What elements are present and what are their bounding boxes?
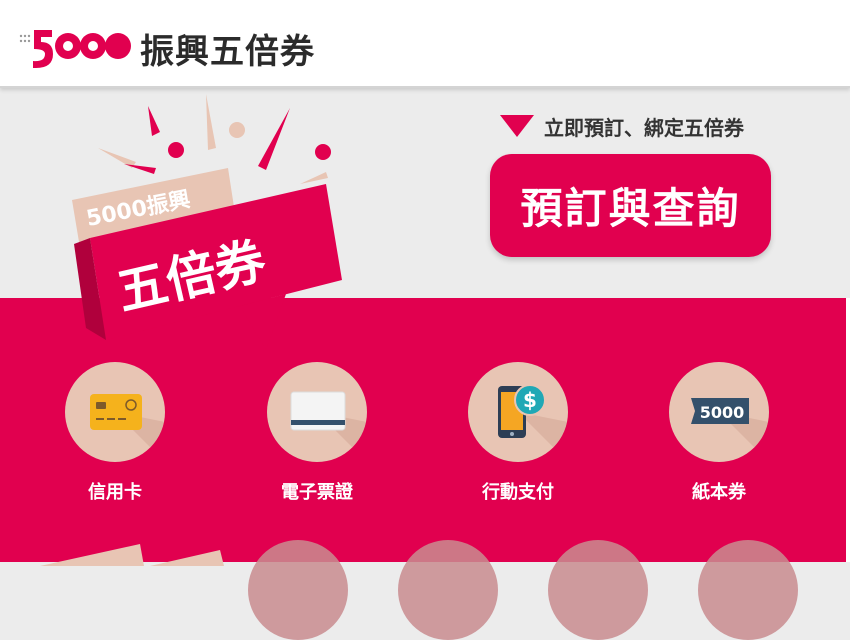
svg-text:$: $: [523, 388, 537, 412]
next-section-badge: [40, 544, 224, 566]
method-icon-circle: [65, 362, 165, 462]
method-icon-circle: 5000: [669, 362, 769, 462]
method-label: 信用卡: [88, 482, 142, 503]
down-arrow-icon: [500, 115, 534, 137]
site-title: 振興五倍券: [140, 32, 315, 72]
method-paper-voucher[interactable]: 5000 紙本券: [664, 362, 774, 504]
credit-card-icon: [90, 394, 165, 462]
reserve-and-query-button[interactable]: 預訂與查詢: [490, 154, 771, 257]
method-icon-circle: $: [468, 362, 568, 462]
site-header: 振興五倍券: [0, 0, 850, 88]
next-row-circle: [548, 540, 648, 640]
next-row-circle: [698, 540, 798, 640]
page-edge: [846, 298, 850, 562]
method-label: 行動支付: [482, 482, 554, 503]
cta-hint: 立即預訂、綁定五倍券: [500, 112, 744, 140]
paper-voucher-icon: 5000: [691, 398, 769, 462]
method-label: 紙本券: [692, 482, 746, 503]
method-icon-circle: [267, 362, 367, 462]
mobile-payment-icon: $: [498, 384, 568, 462]
next-row-circle: [398, 540, 498, 640]
method-e-ticket[interactable]: 電子票證: [262, 362, 372, 504]
method-mobile-payment[interactable]: $ 行動支付: [463, 362, 573, 504]
method-credit-card[interactable]: 信用卡: [60, 362, 170, 504]
voucher-value: 5000: [700, 403, 745, 422]
cta-hint-text: 立即預訂、綁定五倍券: [544, 115, 744, 140]
five-times-voucher-badge: 5000振興 五倍券: [72, 94, 342, 350]
brand-logo[interactable]: [18, 22, 133, 72]
method-label: 電子票證: [281, 482, 353, 503]
next-row-circle: [248, 540, 348, 640]
e-ticket-card-icon: [290, 391, 367, 462]
